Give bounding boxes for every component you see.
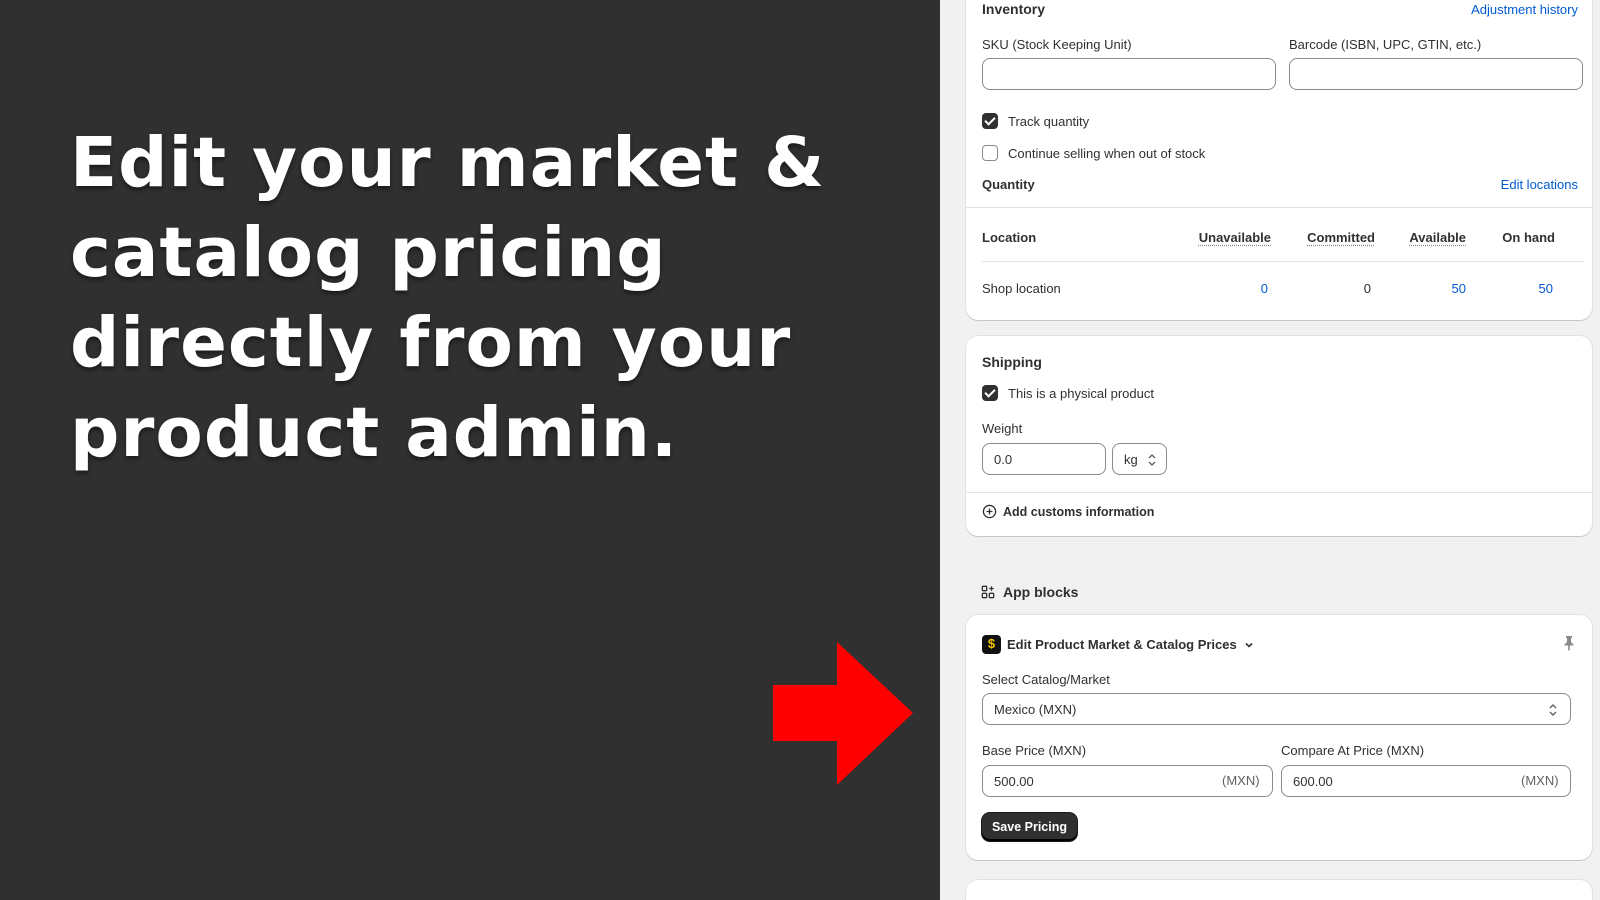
continue-selling-label: Continue selling when out of stock	[1008, 146, 1206, 161]
table-cell-committed: 0	[1363, 281, 1371, 296]
quantity-title: Quantity	[982, 177, 1035, 192]
barcode-label: Barcode (ISBN, UPC, GTIN, etc.)	[1289, 37, 1482, 52]
plus-circle-icon	[982, 504, 997, 519]
divider	[966, 492, 1592, 493]
inventory-title: Inventory	[982, 1, 1046, 17]
weight-label: Weight	[982, 421, 1023, 436]
track-quantity-checkbox[interactable]	[982, 113, 998, 129]
app-blocks-icon	[981, 585, 995, 599]
product-admin-panel: Inventory Adjustment history SKU (Stock …	[940, 0, 1600, 900]
sku-input[interactable]	[982, 58, 1276, 90]
table-header-available[interactable]: Available	[1409, 230, 1466, 245]
chevron-down-icon	[1245, 642, 1253, 648]
catalog-market-select[interactable]: Mexico (MXN)	[982, 693, 1571, 725]
shipping-card: Shipping This is a physical product Weig…	[966, 336, 1592, 536]
table-header-location: Location	[982, 230, 1037, 245]
save-pricing-button[interactable]: Save Pricing	[982, 813, 1077, 841]
block-title-toggle[interactable]: $ Edit Product Market & Catalog Prices	[982, 635, 1255, 654]
table-header-unavailable[interactable]: Unavailable	[1199, 230, 1271, 245]
market-catalog-prices-block: $ Edit Product Market & Catalog Prices S…	[966, 615, 1592, 860]
headline-line-1: Edit your market &	[70, 123, 826, 203]
shipping-title: Shipping	[982, 354, 1042, 370]
promo-headline: Edit your market & catalog pricing direc…	[70, 118, 890, 478]
barcode-input[interactable]	[1289, 58, 1583, 90]
select-catalog-label: Select Catalog/Market	[982, 672, 1110, 687]
table-cell-on-hand[interactable]: 50	[1539, 281, 1553, 296]
weight-input[interactable]	[982, 443, 1106, 475]
continue-selling-checkbox[interactable]	[982, 145, 998, 161]
table-header-committed[interactable]: Committed	[1307, 230, 1375, 245]
right-arrow-icon	[773, 642, 913, 785]
track-quantity-label: Track quantity	[1008, 114, 1090, 129]
physical-product-checkbox[interactable]	[982, 385, 998, 401]
sku-label: SKU (Stock Keeping Unit)	[982, 37, 1132, 52]
compare-price-currency: (MXN)	[1521, 773, 1559, 788]
divider	[982, 261, 1584, 262]
weight-unit-value: kg	[1124, 452, 1138, 467]
divider	[966, 207, 1592, 208]
table-header-on-hand: On hand	[1502, 230, 1555, 245]
compare-price-label: Compare At Price (MXN)	[1281, 743, 1425, 758]
app-blocks-header: App blocks	[981, 584, 1078, 600]
table-cell-available[interactable]: 50	[1452, 281, 1466, 296]
adjustment-history-link[interactable]: Adjustment history	[1471, 2, 1578, 17]
table-cell-unavailable[interactable]: 0	[1261, 281, 1268, 296]
headline-line-2: catalog pricing	[70, 213, 667, 293]
next-card	[966, 880, 1592, 900]
promo-panel: Edit your market & catalog pricing direc…	[0, 0, 940, 900]
base-price-currency: (MXN)	[1222, 773, 1260, 788]
edit-locations-link[interactable]: Edit locations	[1501, 177, 1578, 192]
pin-icon[interactable]	[1562, 635, 1576, 651]
physical-product-label: This is a physical product	[1008, 386, 1154, 401]
base-price-label: Base Price (MXN)	[982, 743, 1087, 758]
catalog-market-value: Mexico (MXN)	[994, 702, 1077, 717]
weight-unit-select[interactable]: kg	[1112, 443, 1167, 475]
headline-line-4: product admin.	[70, 393, 679, 473]
app-logo-icon: $	[982, 635, 1001, 654]
add-customs-button[interactable]: Add customs information	[982, 504, 1154, 519]
select-chevron-icon	[1549, 704, 1557, 716]
table-cell-location: Shop location	[982, 281, 1061, 296]
inventory-card: Inventory Adjustment history SKU (Stock …	[966, 0, 1592, 320]
headline-line-3: directly from your	[70, 303, 792, 383]
block-title: Edit Product Market & Catalog Prices	[1007, 637, 1237, 652]
app-blocks-title: App blocks	[1003, 584, 1079, 600]
add-customs-label: Add customs information	[1003, 504, 1155, 519]
select-chevron-icon	[1148, 454, 1156, 466]
